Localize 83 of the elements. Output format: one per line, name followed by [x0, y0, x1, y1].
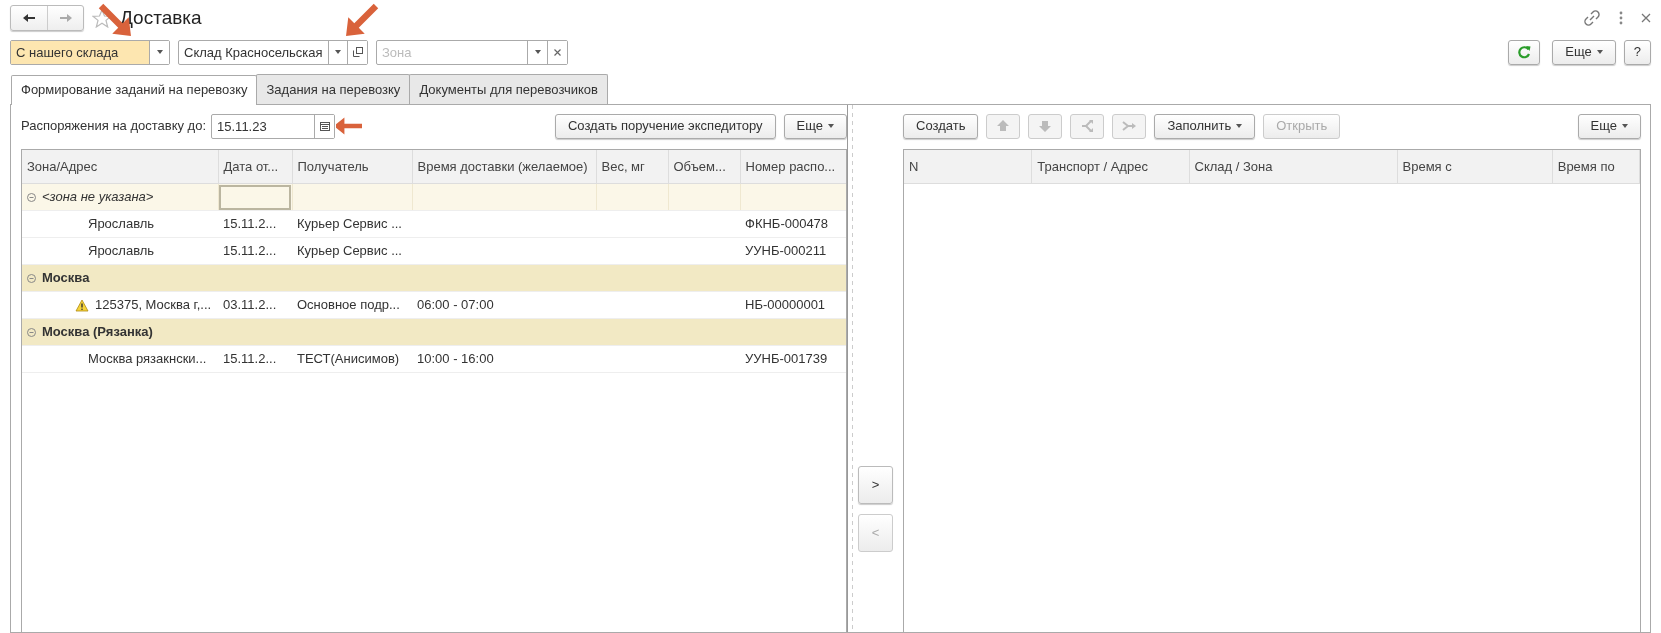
table-cell-text: Ярославль	[88, 242, 155, 261]
group-row[interactable]: Москва	[22, 264, 846, 292]
star-icon[interactable]	[92, 8, 112, 28]
table-cell-text: Москва рязакнски...	[88, 350, 207, 369]
table-cell: 15.11.2...	[223, 243, 277, 259]
caret-icon	[156, 50, 163, 54]
caret-icon	[828, 124, 834, 128]
tab[interactable]: Документы для перевозчиков	[409, 74, 608, 104]
column-header[interactable]: Склад / Зона	[1189, 149, 1397, 184]
column-header[interactable]: Объем...	[668, 149, 740, 184]
column-header[interactable]: Номер распо...	[740, 149, 846, 184]
table-cell: УУНБ-001739	[745, 351, 828, 367]
table-cell: НБ-00000001	[745, 297, 826, 313]
fill-button[interactable]: Заполнить	[1154, 113, 1256, 139]
collapse-icon[interactable]	[27, 327, 36, 337]
column-header[interactable]: Время с	[1397, 149, 1553, 184]
more-button[interactable]: Еще	[1577, 113, 1641, 139]
group-row[interactable]: <зона не указана>	[22, 183, 846, 211]
table-cell: Основное подр...	[297, 297, 400, 313]
caret-icon	[534, 50, 541, 54]
group-label: Москва	[42, 269, 90, 288]
group-label: Москва (Рязанка)	[42, 323, 153, 342]
column-header[interactable]: Транспорт / Адрес	[1031, 149, 1190, 184]
annotation-arrow	[343, 2, 380, 39]
caret-icon	[1596, 50, 1603, 54]
open-button[interactable]	[347, 40, 367, 64]
select-field[interactable]: С нашего склада	[10, 39, 170, 65]
table-cell: ТЕСТ(Анисимов)	[297, 351, 400, 367]
collapse-icon[interactable]	[27, 273, 36, 283]
column-header[interactable]: Время доставки (желаемое)	[412, 149, 596, 184]
caret-icon	[1622, 124, 1628, 128]
link-icon[interactable]	[1583, 9, 1601, 27]
table-cell-text: 125375, Москва г,...	[95, 296, 212, 315]
table-cell: УУНБ-000211	[745, 243, 827, 259]
close-icon	[554, 48, 561, 56]
down-arrow-icon	[1038, 119, 1053, 133]
table-cell: 15.11.2...	[223, 351, 277, 367]
select-field[interactable]: Склад Красносельская	[178, 39, 368, 65]
column-header[interactable]: N	[904, 149, 1032, 184]
collapse-icon[interactable]	[27, 192, 36, 202]
column-header[interactable]: Дата от...	[218, 149, 292, 184]
close-icon[interactable]	[1641, 13, 1651, 23]
table-cell: 06:00 - 07:00	[417, 297, 494, 313]
date-field[interactable]: 15.11.23	[211, 113, 336, 139]
up-arrow-icon	[996, 119, 1011, 133]
group-label: <зона не указана>	[42, 188, 154, 207]
table-cell: 15.11.2...	[223, 216, 277, 232]
table-cell: Курьер Сервис ...	[297, 216, 402, 232]
table-cell: 03.11.2...	[223, 297, 277, 313]
caret-icon	[1236, 124, 1243, 128]
open-window-icon	[352, 47, 363, 57]
table-cell: 10:00 - 16:00	[417, 351, 494, 367]
table-cell-text: Ярославль	[88, 215, 155, 234]
create-button[interactable]: Создать	[903, 113, 979, 139]
refresh-button[interactable]	[1508, 39, 1541, 65]
date-label: Распоряжения на доставку до:	[21, 117, 207, 136]
clear-button[interactable]	[547, 40, 567, 64]
warning-icon	[75, 298, 89, 312]
group-row[interactable]: Москва (Рязанка)	[22, 318, 846, 346]
back-arrow-icon	[22, 13, 36, 23]
move-right-button[interactable]: >	[858, 465, 893, 504]
more-menu-icon[interactable]	[1619, 11, 1623, 25]
table-cell: ФКНБ-000478	[745, 216, 829, 232]
window-title: Доставка	[120, 6, 202, 30]
column-header[interactable]: Зона/Адрес	[22, 149, 218, 184]
column-header[interactable]: Время по	[1552, 149, 1640, 184]
more-button[interactable]: Еще	[1552, 39, 1616, 65]
merge-arrows-icon	[1122, 119, 1137, 133]
forward-arrow-icon	[58, 13, 73, 23]
calendar-icon	[319, 121, 330, 131]
calendar-button[interactable]	[314, 114, 335, 138]
tab[interactable]: Формирование заданий на перевозку	[11, 75, 258, 105]
tab[interactable]: Задания на перевозку	[256, 74, 411, 104]
column-header[interactable]: Вес, мг	[596, 149, 668, 184]
column-header[interactable]: Получатель	[292, 149, 412, 184]
table-cell: Курьер Сервис ...	[297, 243, 402, 259]
split-arrows-icon	[1080, 119, 1095, 133]
dropdown-button[interactable]	[149, 40, 169, 64]
create-button[interactable]: Создать поручение экспедитору	[554, 113, 776, 139]
help-button[interactable]: ?	[1623, 39, 1651, 65]
more-button[interactable]: Еще	[783, 113, 847, 139]
refresh-icon	[1517, 45, 1532, 59]
caret-icon	[334, 50, 341, 54]
